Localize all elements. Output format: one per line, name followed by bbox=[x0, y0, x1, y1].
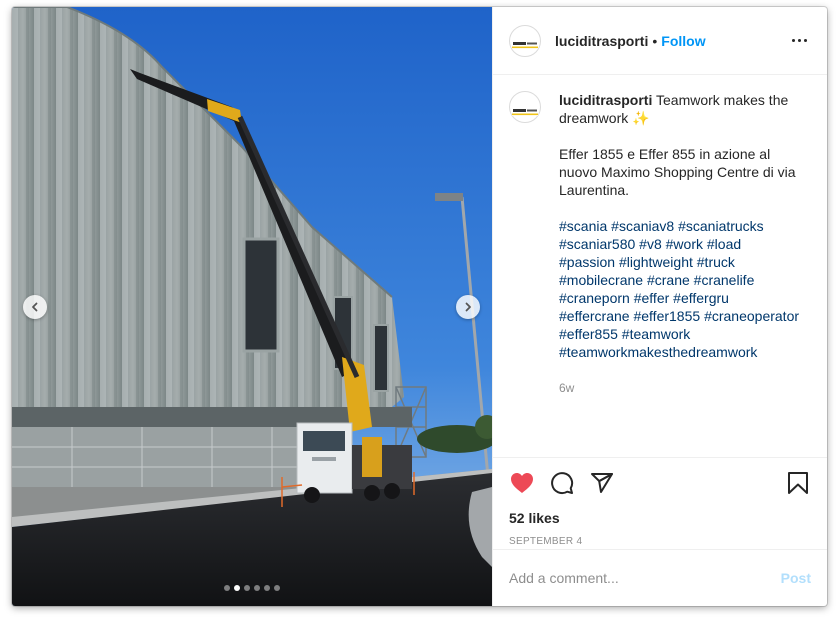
comment-input[interactable] bbox=[509, 570, 781, 586]
carousel-dot bbox=[224, 585, 230, 591]
post-media bbox=[12, 7, 492, 606]
like-button[interactable] bbox=[509, 470, 535, 496]
chevron-left-icon bbox=[32, 302, 38, 312]
carousel-prev-button[interactable] bbox=[23, 295, 47, 319]
share-icon bbox=[591, 473, 613, 493]
avatar[interactable] bbox=[509, 24, 541, 57]
post-photo bbox=[12, 7, 492, 606]
action-bar bbox=[509, 468, 811, 498]
carousel-dot bbox=[234, 585, 240, 591]
hashtag-link[interactable]: #crane bbox=[647, 272, 690, 288]
hashtag-link[interactable]: #effer bbox=[634, 290, 670, 306]
chevron-right-icon bbox=[465, 302, 471, 312]
caption-avatar[interactable] bbox=[509, 91, 541, 123]
post-dialog: luciditrasporti • Follow luciditrasporti… bbox=[12, 7, 827, 606]
hashtag-link[interactable]: #passion bbox=[559, 254, 615, 270]
post-date[interactable]: SEPTEMBER 4 bbox=[509, 536, 811, 547]
carousel-dot bbox=[264, 585, 270, 591]
hashtag-link[interactable]: #load bbox=[707, 236, 741, 252]
hashtag-link[interactable]: #scania bbox=[559, 218, 607, 234]
post-header: luciditrasporti • Follow bbox=[493, 7, 827, 75]
like-count[interactable]: 52 likes bbox=[509, 510, 811, 526]
hashtag-link[interactable]: #v8 bbox=[639, 236, 662, 252]
hashtag-link[interactable]: #craneoperator bbox=[704, 308, 799, 324]
bookmark-icon bbox=[788, 472, 808, 494]
brand-logo-icon bbox=[512, 103, 538, 116]
hashtag-link[interactable]: #work bbox=[666, 236, 703, 252]
hashtag-link[interactable]: #truck bbox=[697, 254, 735, 270]
hashtag-link[interactable]: #cranelife bbox=[694, 272, 755, 288]
hashtag-link[interactable]: #craneporn bbox=[559, 290, 630, 306]
post-age[interactable]: 6w bbox=[559, 379, 799, 397]
save-button[interactable] bbox=[785, 470, 811, 496]
hashtag-link[interactable]: #mobilecrane bbox=[559, 272, 643, 288]
carousel-dot bbox=[244, 585, 250, 591]
hashtag-link[interactable]: #scaniar580 bbox=[559, 236, 635, 252]
brand-logo-icon bbox=[512, 36, 538, 49]
heart-icon bbox=[511, 473, 533, 493]
carousel-indicator bbox=[12, 585, 492, 591]
carousel-dot bbox=[274, 585, 280, 591]
hashtag-link[interactable]: #effergru bbox=[673, 290, 729, 306]
comment-icon bbox=[551, 472, 574, 495]
hashtag-list: #scania #scaniav8 #scaniatrucks #scaniar… bbox=[559, 217, 799, 361]
hashtag-link[interactable]: #scaniav8 bbox=[611, 218, 674, 234]
post-sidebar: luciditrasporti • Follow luciditrasporti… bbox=[492, 7, 827, 606]
more-icon bbox=[792, 39, 795, 42]
share-button[interactable] bbox=[589, 470, 615, 496]
carousel-dot bbox=[254, 585, 260, 591]
caption-section: luciditrasporti Teamwork makes the dream… bbox=[493, 75, 827, 457]
more-options-button[interactable] bbox=[788, 35, 811, 46]
hashtag-link[interactable]: #teamwork bbox=[622, 326, 690, 342]
carousel-next-button[interactable] bbox=[456, 295, 480, 319]
hashtag-link[interactable]: #teamworkmakesthedreamwork bbox=[559, 344, 757, 360]
hashtag-link[interactable]: #lightweight bbox=[619, 254, 693, 270]
username[interactable]: luciditrasporti bbox=[555, 33, 648, 49]
hashtag-link[interactable]: #effer1855 bbox=[633, 308, 700, 324]
comment-button[interactable] bbox=[549, 470, 575, 496]
caption-text: luciditrasporti Teamwork makes the dream… bbox=[559, 91, 799, 457]
caption-body: Effer 1855 e Effer 855 in azione al nuov… bbox=[559, 146, 796, 198]
follow-button[interactable]: Follow bbox=[661, 33, 705, 49]
hashtag-link[interactable]: #effer855 bbox=[559, 326, 618, 342]
comment-bar: Post bbox=[493, 549, 827, 606]
post-comment-button[interactable]: Post bbox=[781, 570, 811, 586]
hashtag-link[interactable]: #effercrane bbox=[559, 308, 630, 324]
caption-username[interactable]: luciditrasporti bbox=[559, 92, 652, 108]
separator-dot: • bbox=[652, 32, 658, 49]
hashtag-link[interactable]: #scaniatrucks bbox=[678, 218, 764, 234]
